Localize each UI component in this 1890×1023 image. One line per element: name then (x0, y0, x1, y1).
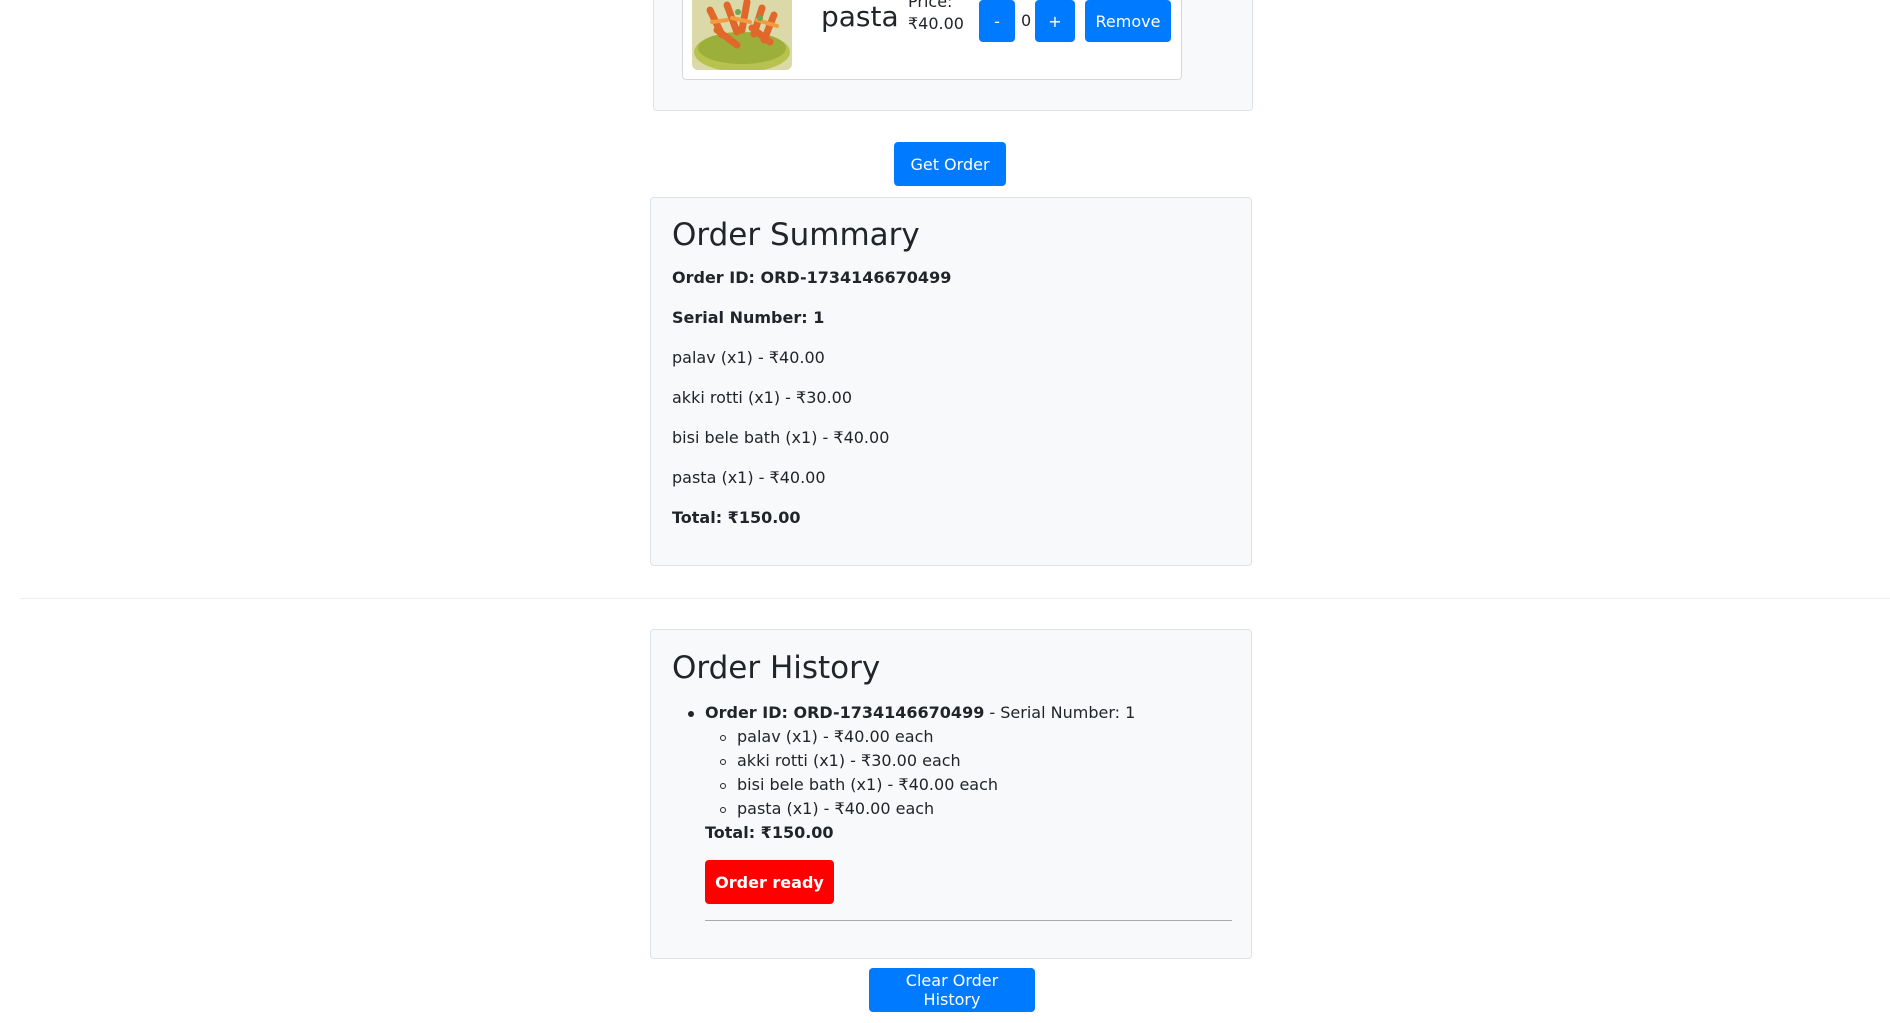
quantity-value: 0 (1021, 11, 1032, 30)
history-serial-number: - Serial Number: 1 (984, 703, 1136, 722)
history-item: bisi bele bath (x1) - ₹40.00 each (737, 775, 999, 794)
clear-order-history-button[interactable]: Clear Order History (869, 968, 1035, 1012)
summary-item: pasta (x1) - ₹40.00 (672, 468, 826, 487)
section-divider (20, 598, 1890, 599)
list-bullet (720, 735, 726, 741)
cart-item-name: pasta (821, 0, 899, 33)
summary-serial-number: Serial Number: 1 (672, 308, 825, 327)
history-order-line: Order ID: ORD-1734146670499 - Serial Num… (705, 703, 1135, 722)
history-item: palav (x1) - ₹40.00 each (737, 727, 934, 746)
history-order-id: Order ID: ORD-1734146670499 (705, 703, 985, 722)
history-item: pasta (x1) - ₹40.00 each (737, 799, 935, 818)
list-bullet (720, 759, 726, 765)
summary-total: Total: ₹150.00 (672, 508, 801, 527)
order-history-title: Order History (672, 650, 881, 686)
list-bullet (720, 783, 726, 789)
cart-item-price: ₹40.00 (908, 14, 964, 33)
history-order-divider (705, 920, 1232, 921)
summary-item: akki rotti (x1) - ₹30.00 (672, 388, 853, 407)
increase-quantity-button[interactable]: + (1035, 0, 1075, 42)
summary-order-id: Order ID: ORD-1734146670499 (672, 268, 952, 287)
decrease-quantity-button[interactable]: - (979, 0, 1015, 42)
pasta-bowl-image (692, 0, 792, 70)
history-item: akki rotti (x1) - ₹30.00 each (737, 751, 961, 770)
remove-item-button[interactable]: Remove (1085, 0, 1171, 42)
list-bullet (720, 807, 726, 813)
order-ready-button[interactable]: Order ready (705, 860, 834, 904)
history-total: Total: ₹150.00 (705, 823, 834, 842)
summary-item: palav (x1) - ₹40.00 (672, 348, 825, 367)
cart-item-price-label: Price: (908, 0, 953, 11)
summary-item: bisi bele bath (x1) - ₹40.00 (672, 428, 890, 447)
list-bullet (688, 711, 694, 717)
get-order-button[interactable]: Get Order (894, 142, 1006, 186)
order-summary-title: Order Summary (672, 217, 920, 253)
